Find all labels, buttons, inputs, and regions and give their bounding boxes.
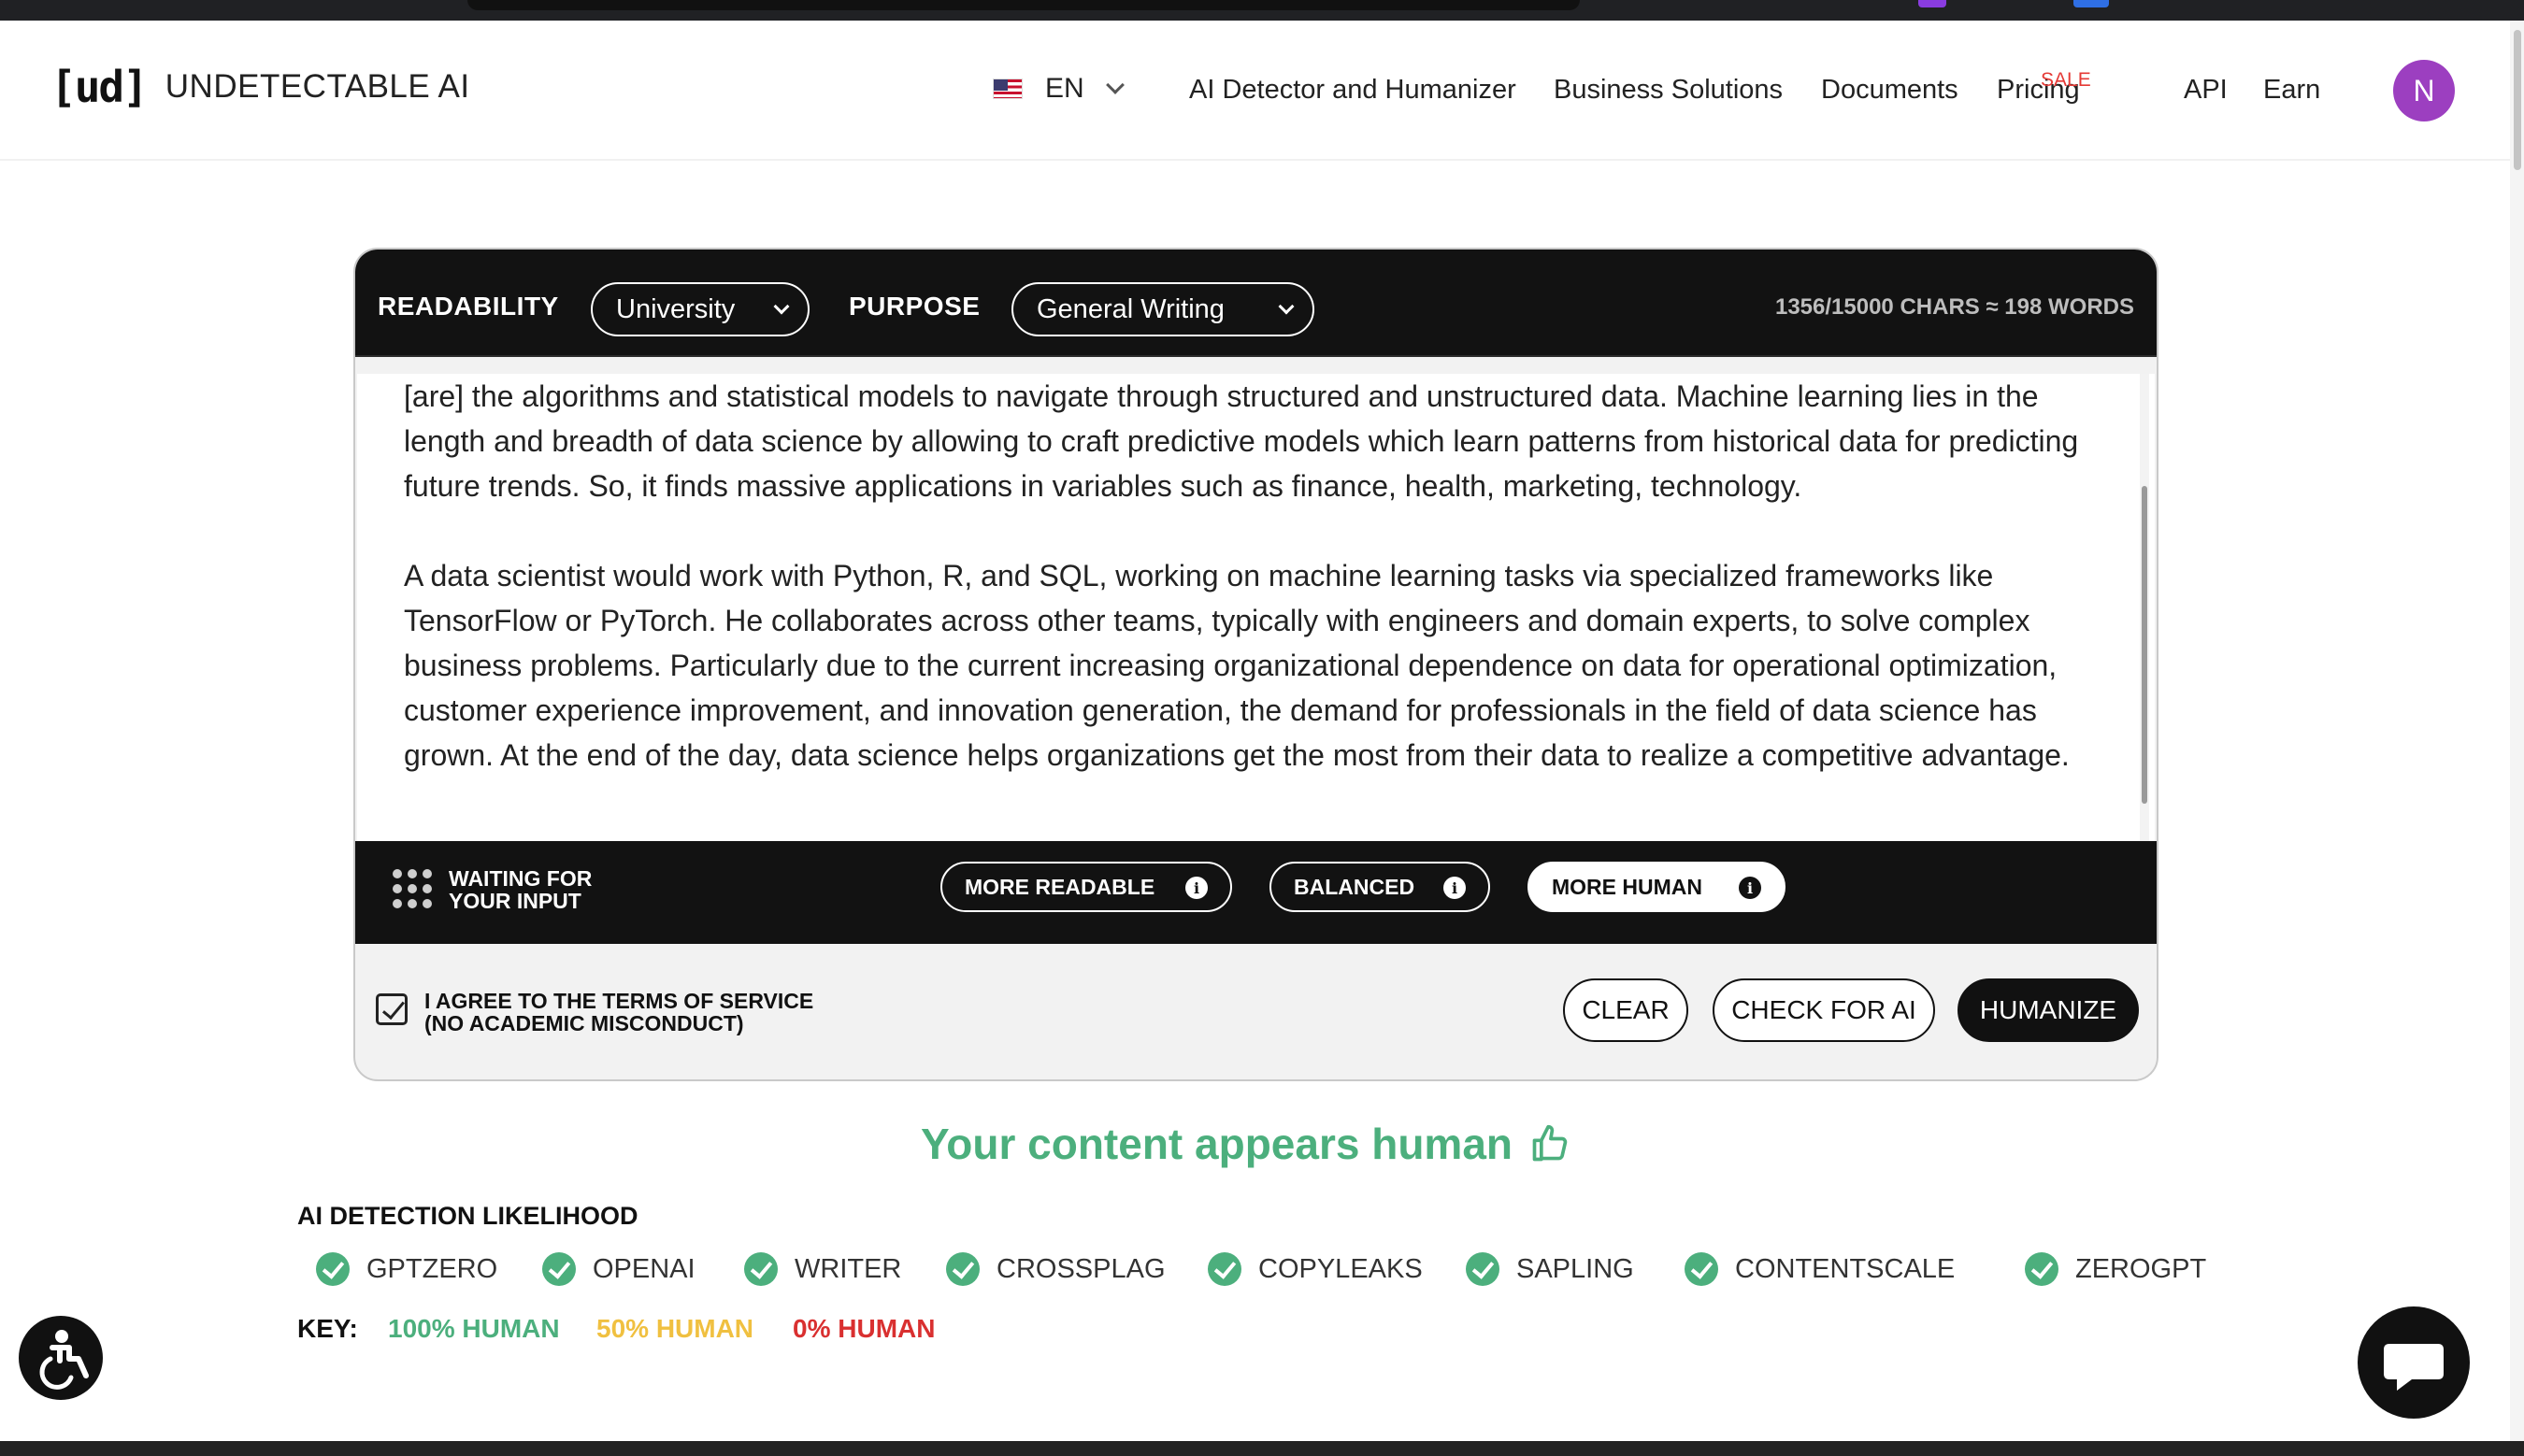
detector-item: CROSSPLAG xyxy=(946,1252,1166,1286)
detector-item: GPTZERO xyxy=(316,1252,497,1286)
clear-button[interactable]: CLEAR xyxy=(1563,978,1688,1042)
mode-label: MORE READABLE xyxy=(965,874,1155,899)
key-100-human: 100% HUMAN xyxy=(388,1314,560,1343)
character-count: 1356/15000 CHARS ≈ 198 WORDS xyxy=(1774,294,2134,320)
nav-business-solutions[interactable]: Business Solutions xyxy=(1554,75,1783,106)
accessibility-icon xyxy=(39,1330,89,1390)
editor-scrollbar-thumb[interactable] xyxy=(2142,486,2147,804)
key-label: KEY: xyxy=(297,1314,358,1343)
nav-documents[interactable]: Documents xyxy=(1821,75,1958,106)
page-scrollbar[interactable] xyxy=(2510,21,2524,1441)
purpose-label: PURPOSE xyxy=(849,292,981,321)
browser-extension-icon[interactable] xyxy=(2073,0,2109,7)
detector-name: COPYLEAKS xyxy=(1258,1253,1423,1284)
status-line: WAITING FOR xyxy=(449,866,593,891)
info-icon[interactable]: i xyxy=(1443,877,1466,899)
mode-label: MORE HUMAN xyxy=(1552,874,1702,899)
nav-earn[interactable]: Earn xyxy=(2263,75,2320,106)
mode-bar: WAITING FOR YOUR INPUT MORE READABLE i B… xyxy=(355,841,2157,944)
key-50-human: 50% HUMAN xyxy=(596,1314,754,1343)
readability-label: READABILITY xyxy=(378,292,559,321)
readability-select[interactable]: University xyxy=(591,282,810,336)
detector-item: ZEROGPT xyxy=(2025,1252,2206,1286)
check-circle-icon xyxy=(744,1252,778,1286)
bottom-bar xyxy=(0,1441,2524,1456)
detector-name: ZEROGPT xyxy=(2075,1253,2207,1284)
chevron-down-icon xyxy=(1105,76,1125,94)
check-circle-icon xyxy=(316,1252,350,1286)
humanizer-panel: READABILITY University PURPOSE General W… xyxy=(353,248,2158,1081)
verdict-text: Your content appears human xyxy=(921,1120,1513,1168)
browser-top-bar xyxy=(0,0,2524,21)
terms-line: I AGREE TO THE TERMS OF SERVICE xyxy=(424,989,814,1013)
check-circle-icon xyxy=(1685,1252,1718,1286)
terms-label: I AGREE TO THE TERMS OF SERVICE (NO ACAD… xyxy=(424,990,813,1035)
sale-badge: SALE xyxy=(2041,69,2091,91)
browser-address-bar[interactable] xyxy=(467,0,1580,10)
chevron-down-icon xyxy=(773,298,790,315)
logo[interactable]: [ud] UNDETECTABLE AI xyxy=(50,62,470,112)
chevron-down-icon xyxy=(1278,298,1295,315)
detector-item: SAPLING xyxy=(1466,1252,1634,1286)
page-scrollbar-thumb[interactable] xyxy=(2514,30,2521,170)
editor-scrollbar[interactable] xyxy=(2140,374,2149,841)
logo-mark: [ud] xyxy=(50,62,149,112)
info-icon[interactable]: i xyxy=(1185,877,1208,899)
loading-dots-icon xyxy=(393,869,432,908)
editor-paragraph: [are] the algorithms and statistical mod… xyxy=(404,379,2079,503)
accessibility-button[interactable] xyxy=(19,1316,103,1400)
detector-item: WRITER xyxy=(744,1252,901,1286)
detector-item: OPENAI xyxy=(542,1252,696,1286)
purpose-value: General Writing xyxy=(1037,293,1225,324)
text-input-area[interactable]: [are] the algorithms and statistical mod… xyxy=(357,374,2155,841)
language-label: EN xyxy=(1045,73,1084,104)
mode-balanced-button[interactable]: BALANCED i xyxy=(1269,862,1490,912)
nav-ai-detector[interactable]: AI Detector and Humanizer xyxy=(1189,75,1516,106)
detector-name: GPTZERO xyxy=(366,1253,498,1284)
detector-name: CROSSPLAG xyxy=(997,1253,1166,1284)
mode-label: BALANCED xyxy=(1294,874,1415,899)
terms-checkbox[interactable] xyxy=(376,993,408,1025)
logo-text: UNDETECTABLE AI xyxy=(165,68,470,105)
readability-value: University xyxy=(616,293,736,324)
result-verdict: Your content appears human xyxy=(921,1119,1570,1169)
check-circle-icon xyxy=(542,1252,576,1286)
check-for-ai-button[interactable]: CHECK FOR AI xyxy=(1713,978,1935,1042)
us-flag-icon xyxy=(993,79,1023,99)
chat-widget-button[interactable] xyxy=(2358,1306,2470,1419)
info-icon[interactable]: i xyxy=(1739,877,1761,899)
check-circle-icon xyxy=(2025,1252,2058,1286)
editor-paragraph: A data scientist would work with Python,… xyxy=(404,559,2070,772)
detector-name: WRITER xyxy=(795,1253,902,1284)
check-circle-icon xyxy=(1466,1252,1499,1286)
detector-name: CONTENTSCALE xyxy=(1735,1253,1956,1284)
thumbs-up-icon xyxy=(1532,1124,1568,1162)
nav-api[interactable]: API xyxy=(2184,75,2228,106)
detector-list: GPTZERO OPENAI WRITER CROSSPLAG COPYLEAK… xyxy=(316,1252,2232,1293)
humanize-button[interactable]: HUMANIZE xyxy=(1958,978,2139,1042)
key-0-human: 0% HUMAN xyxy=(793,1314,936,1343)
mode-more-readable-button[interactable]: MORE READABLE i xyxy=(940,862,1232,912)
site-header: [ud] UNDETECTABLE AI EN AI Detector and … xyxy=(0,21,2510,161)
detector-name: OPENAI xyxy=(593,1253,696,1284)
detector-item: CONTENTSCALE xyxy=(1685,1252,1955,1286)
language-selector[interactable]: EN xyxy=(993,73,1125,105)
chat-bubble-icon xyxy=(2384,1344,2444,1391)
user-avatar[interactable]: N xyxy=(2393,60,2455,121)
status-text: WAITING FOR YOUR INPUT xyxy=(449,867,592,912)
detector-name: SAPLING xyxy=(1516,1253,1634,1284)
purpose-select[interactable]: General Writing xyxy=(1011,282,1314,336)
detection-title: AI DETECTION LIKELIHOOD xyxy=(297,1202,638,1230)
browser-extension-icon[interactable] xyxy=(1918,0,1946,7)
check-circle-icon xyxy=(1208,1252,1241,1286)
editor-toolbar: READABILITY University PURPOSE General W… xyxy=(355,250,2157,357)
terms-line: (NO ACADEMIC MISCONDUCT) xyxy=(424,1011,744,1035)
status-line: YOUR INPUT xyxy=(449,889,581,913)
check-circle-icon xyxy=(946,1252,980,1286)
detector-item: COPYLEAKS xyxy=(1208,1252,1423,1286)
mode-more-human-button[interactable]: MORE HUMAN i xyxy=(1527,862,1785,912)
